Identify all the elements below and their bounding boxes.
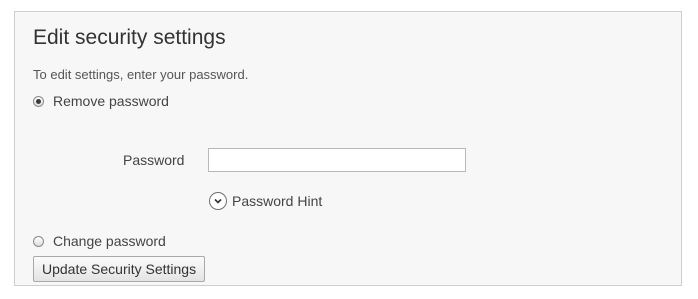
page-title: Edit security settings bbox=[33, 26, 226, 49]
security-settings-panel: Edit security settings To edit settings,… bbox=[14, 11, 682, 286]
change-password-radio[interactable] bbox=[33, 235, 44, 247]
remove-password-option[interactable]: Remove password bbox=[33, 92, 169, 110]
password-hint-toggle[interactable]: Password Hint bbox=[209, 192, 322, 210]
change-password-label: Change password bbox=[53, 233, 166, 249]
instruction-text: To edit settings, enter your password. bbox=[33, 67, 249, 82]
update-security-settings-button[interactable]: Update Security Settings bbox=[33, 256, 206, 282]
chevron-down-icon[interactable] bbox=[209, 192, 227, 210]
change-password-option[interactable]: Change password bbox=[33, 232, 166, 250]
remove-password-radio[interactable] bbox=[33, 95, 44, 107]
password-hint-label: Password Hint bbox=[232, 193, 323, 209]
password-input[interactable] bbox=[208, 148, 466, 172]
password-label: Password bbox=[123, 152, 185, 168]
remove-password-label: Remove password bbox=[53, 93, 169, 109]
